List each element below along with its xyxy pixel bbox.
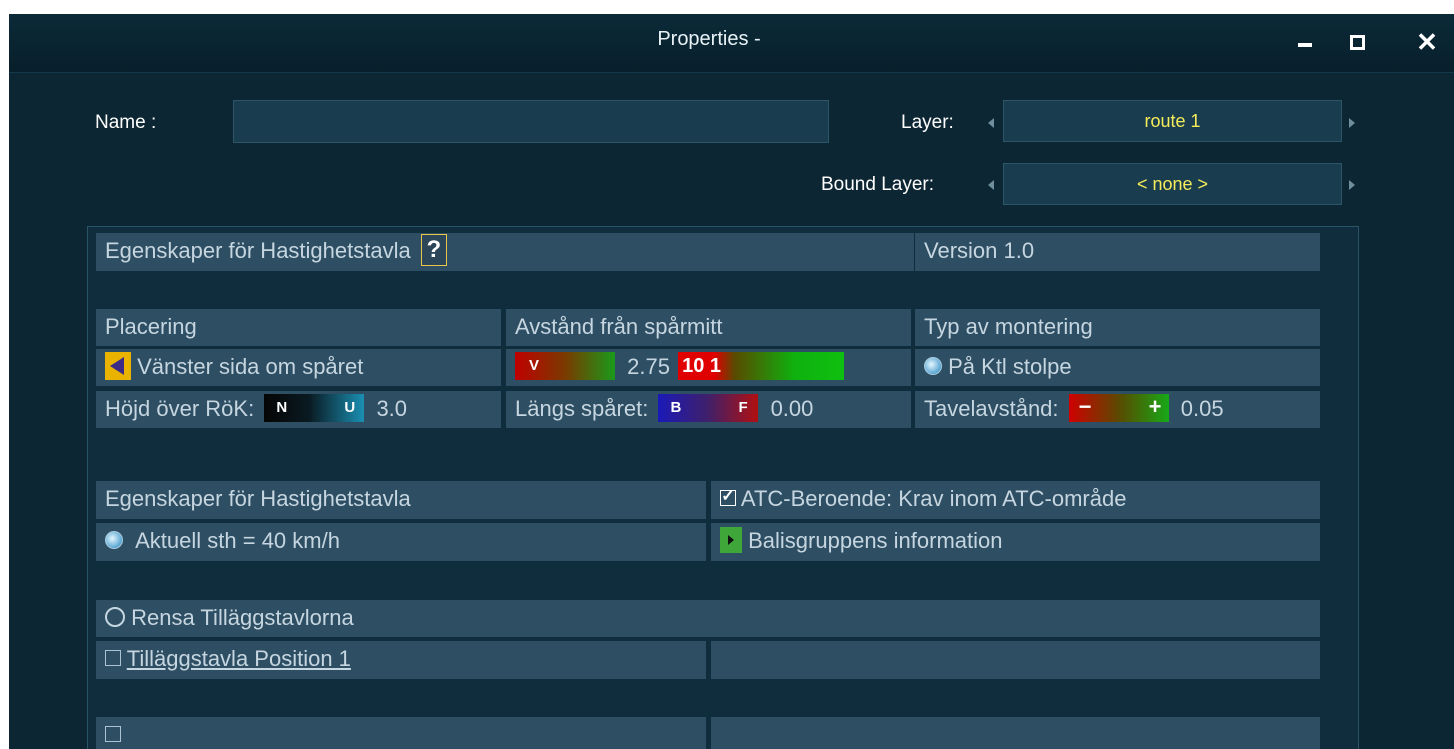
bound-layer-select[interactable]: < none > (1003, 163, 1342, 205)
along-value: 0.00 (770, 396, 814, 421)
help-icon[interactable]: ? (420, 234, 447, 267)
addon-position-cell[interactable]: Tilläggstavla Position 1 (96, 641, 706, 679)
distance-value: 2.75 (627, 354, 670, 379)
distance-left-gauge[interactable]: V (515, 352, 615, 381)
height-gauge[interactable]: N U (264, 394, 365, 423)
atc-checkbox-icon[interactable]: ✓ (720, 489, 736, 507)
arrow-left-icon[interactable] (105, 352, 131, 381)
minimize-icon[interactable] (1290, 27, 1320, 57)
placement-header: Placering (96, 309, 501, 346)
current-speed-value: Aktuell sth = 40 km/h (135, 528, 340, 553)
addon-row2-checkbox-icon[interactable] (105, 726, 121, 743)
layer-select[interactable]: route 1 (1003, 100, 1342, 142)
placement-cell[interactable]: Vänster sida om spåret (96, 349, 501, 386)
mounting-header: Typ av montering (915, 309, 1320, 346)
mounting-cell[interactable]: På Ktl stolpe (915, 349, 1320, 386)
distance-right-gauge[interactable]: 10 1 (678, 352, 845, 381)
layer-prev-arrow-icon[interactable] (988, 118, 994, 128)
clear-label: Rensa Tilläggstavlorna (131, 605, 354, 630)
along-cell[interactable]: Längs spåret: B F 0.00 (506, 391, 911, 428)
window-title: Properties - (657, 28, 761, 50)
bound-layer-label: Bound Layer: (821, 174, 935, 195)
section2-title: Egenskaper för Hastighetstavla (96, 481, 706, 519)
panel-header-title: Egenskaper för Hastighetstavla (105, 238, 411, 263)
placement-value: Vänster sida om spåret (137, 354, 364, 379)
addon-row2-cell[interactable] (96, 717, 706, 749)
bound-layer-prev-arrow-icon[interactable] (988, 180, 994, 190)
addon-row2-value[interactable] (711, 717, 1320, 749)
board-distance-value: 0.05 (1180, 396, 1224, 421)
board-distance-label: Tavelavstånd: (924, 396, 1059, 421)
clear-radio-icon[interactable] (105, 607, 125, 628)
name-label: Name : (95, 112, 157, 133)
height-label: Höjd över RöK: (105, 396, 255, 421)
mounting-value: På Ktl stolpe (948, 354, 1072, 379)
atc-label: ATC-Beroende: Krav inom ATC-område (740, 486, 1127, 511)
name-input[interactable] (233, 100, 829, 143)
current-speed-radio-icon[interactable] (105, 531, 123, 550)
mounting-radio-icon[interactable] (924, 357, 942, 376)
balise-label: Balisgruppens information (748, 528, 1003, 553)
layer-label: Layer: (901, 112, 954, 133)
close-icon[interactable]: ✕ (1412, 27, 1442, 57)
balise-cell[interactable]: Balisgruppens information (711, 523, 1320, 561)
layer-next-arrow-icon[interactable] (1349, 118, 1355, 128)
distance-cell[interactable]: V 2.75 10 1 (506, 349, 911, 386)
addon-position-label[interactable]: Tilläggstavla Position 1 (127, 646, 351, 671)
board-distance-cell[interactable]: Tavelavstånd: − + 0.05 (915, 391, 1320, 428)
title-bar: Properties - ✕ (9, 14, 1454, 73)
along-gauge[interactable]: B F (658, 394, 759, 423)
board-distance-gauge[interactable]: − + (1068, 394, 1169, 423)
height-value: 3.0 (376, 396, 408, 421)
panel-header: Egenskaper för Hastighetstavla ? (96, 233, 914, 271)
along-label: Längs spåret: (515, 396, 649, 421)
clear-addons-cell[interactable]: Rensa Tilläggstavlorna (96, 600, 1320, 637)
version-label: Version 1.0 (915, 233, 1320, 271)
atc-cell[interactable]: ✓ ATC-Beroende: Krav inom ATC-område (711, 481, 1320, 519)
distance-header: Avstånd från spårmitt (506, 309, 911, 346)
addon-position-value[interactable] (711, 641, 1320, 679)
current-speed-cell[interactable]: Aktuell sth = 40 km/h (96, 523, 706, 561)
maximize-icon[interactable] (1342, 27, 1372, 57)
properties-panel: Egenskaper för Hastighetstavla ? Version… (87, 226, 1359, 749)
play-icon[interactable] (720, 527, 742, 554)
properties-window: Properties - ✕ Name : Layer: route 1 Bou… (9, 14, 1454, 749)
height-cell[interactable]: Höjd över RöK: N U 3.0 (96, 391, 501, 428)
bound-layer-next-arrow-icon[interactable] (1349, 180, 1355, 190)
addon-checkbox-icon[interactable] (105, 650, 121, 667)
